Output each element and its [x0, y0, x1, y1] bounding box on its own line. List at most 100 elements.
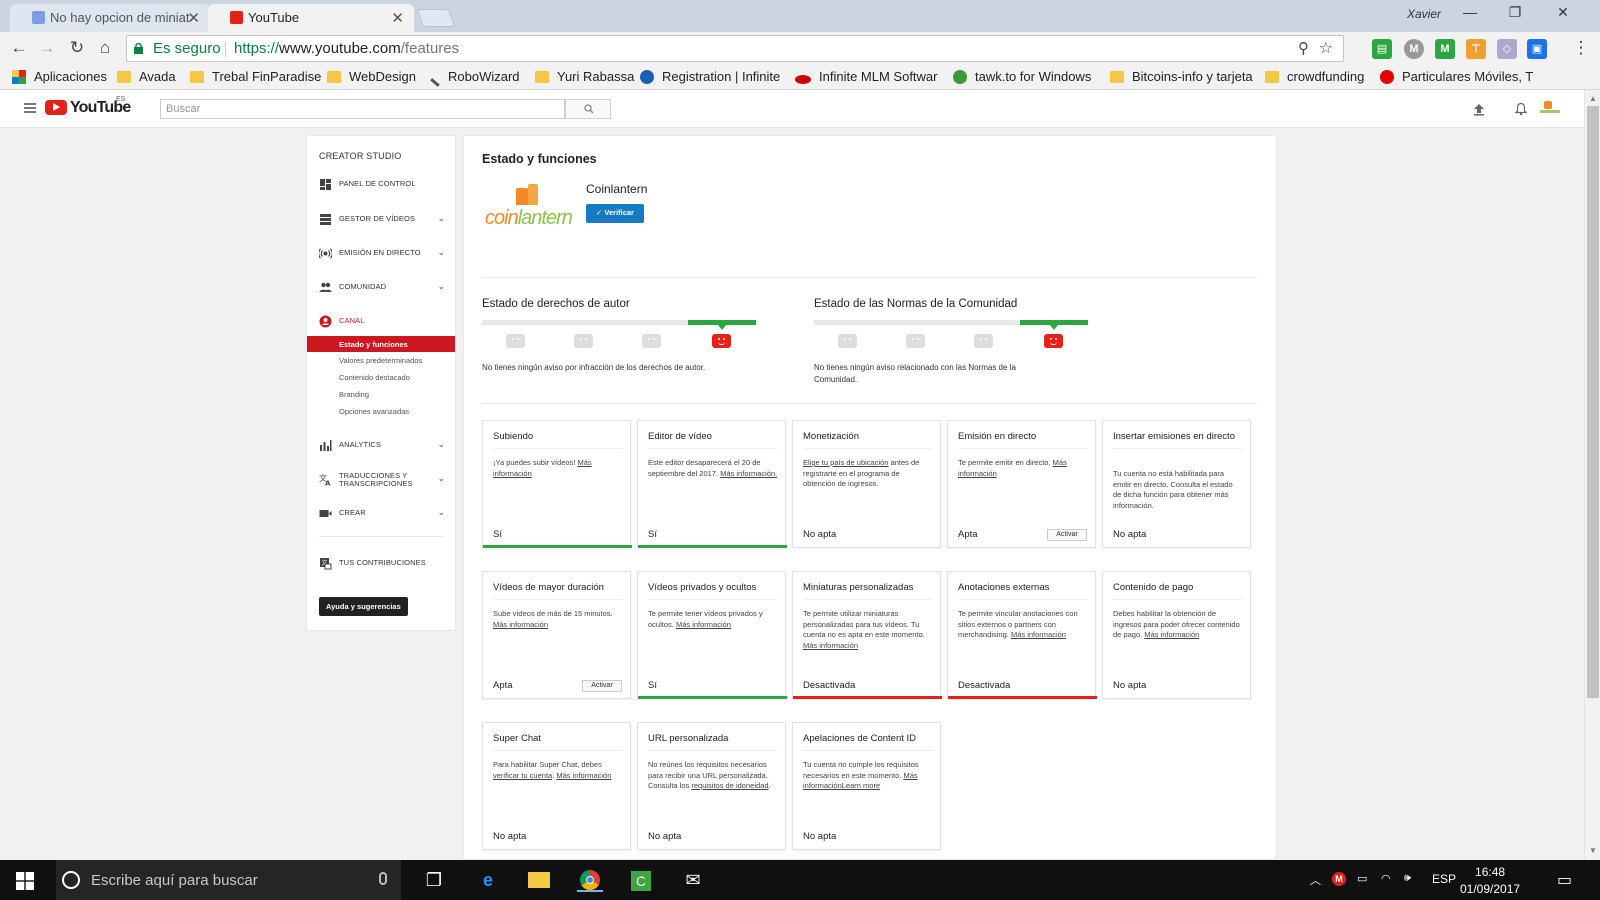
bookmark-item[interactable]: Trebal FinParadise — [190, 69, 321, 84]
minimize-button[interactable]: — — [1450, 4, 1490, 28]
help-feedback-button[interactable]: Ayuda y sugerencias — [319, 597, 408, 616]
close-icon[interactable]: ✕ — [391, 9, 404, 27]
sidebar-subitem-featured[interactable]: Contenido destacado — [307, 369, 455, 385]
sidebar-subitem-branding[interactable]: Branding — [307, 386, 455, 402]
mcafee-icon[interactable]: M — [1332, 872, 1346, 886]
dropbox-icon[interactable]: ◇ — [1497, 39, 1517, 59]
bookmark-item[interactable]: RoboWizard — [430, 69, 520, 87]
search-input[interactable]: Buscar — [160, 99, 565, 119]
extension-icon[interactable]: ▣ — [1527, 39, 1547, 59]
bookmark-item[interactable]: Infinite MLM Softwar — [795, 69, 938, 84]
mail-icon[interactable]: ✉ — [680, 868, 706, 892]
sidebar-item-create[interactable]: CREAR ⌄ — [307, 504, 455, 524]
bookmark-item[interactable]: Bitcoins-info y tarjeta — [1110, 69, 1253, 84]
bookmark-item[interactable]: tawk.to for Windows — [953, 69, 1091, 84]
enable-button[interactable]: Activar — [582, 680, 622, 692]
bookmark-item[interactable]: Yuri Rabassa — [535, 69, 634, 84]
sidebar-item-community[interactable]: COMUNIDAD ⌄ — [307, 278, 455, 298]
extension-icon[interactable]: ▤ — [1372, 39, 1392, 59]
menu-dots-icon[interactable]: ⋮ — [1570, 37, 1592, 59]
star-icon[interactable]: ☆ — [1319, 38, 1333, 58]
bookmark-apps[interactable]: Aplicaciones — [12, 69, 107, 84]
channel-logo[interactable]: coinlantern — [482, 184, 573, 244]
scrollbar-thumb[interactable] — [1587, 106, 1599, 698]
forward-arrow-icon[interactable]: → — [36, 37, 58, 59]
upload-icon[interactable] — [1472, 102, 1486, 116]
sidebar-item-video-manager[interactable]: GESTOR DE VÍDEOS ⌄ — [307, 210, 455, 230]
choose-country-link[interactable]: Elige tu país de ubicación — [803, 458, 888, 467]
bookmark-item[interactable]: Avada — [117, 69, 176, 84]
sidebar-item-translations[interactable]: 文A TRADUCCIONES Y TRANSCRIPCIONES ⌄ — [307, 470, 455, 492]
input-language[interactable]: ESP — [1432, 872, 1456, 886]
sidebar-item-contributions[interactable]: 文 TUS CONTRIBUCIONES — [307, 554, 455, 574]
browser-profile-name[interactable]: Xavier — [1407, 7, 1441, 21]
search-button[interactable] — [565, 99, 611, 119]
scroll-up-icon[interactable]: ▲ — [1589, 94, 1597, 103]
camtasia-icon[interactable]: C — [628, 868, 654, 892]
taskbar-search-box[interactable]: Escribe aquí para buscar — [56, 860, 401, 900]
zoom-icon[interactable]: ⚲ — [1298, 39, 1309, 57]
more-info-link[interactable]: Más información — [493, 620, 548, 629]
extension-icon[interactable]: M — [1404, 39, 1424, 59]
eligibility-link[interactable]: requisitos de idoneidad — [691, 781, 768, 790]
more-info-link[interactable]: Más información — [1011, 630, 1066, 639]
battery-icon[interactable]: ▭ — [1357, 872, 1367, 885]
bookmark-item[interactable]: Particulares Móviles, T — [1380, 69, 1533, 84]
system-clock[interactable]: 16:48 01/09/2017 — [1460, 864, 1520, 898]
more-info-link[interactable]: Más información — [1144, 630, 1199, 639]
sidebar-item-live[interactable]: EMISIÓN EN DIRECTO ⌄ — [307, 244, 455, 264]
file-explorer-icon[interactable] — [526, 868, 552, 892]
hamburger-menu-icon[interactable] — [24, 103, 36, 113]
bookmark-item[interactable]: WebDesign — [327, 69, 416, 84]
enable-button[interactable]: Activar — [1047, 529, 1087, 541]
chevron-down-icon[interactable]: ⌄ — [437, 247, 445, 258]
task-view-icon[interactable]: ❐ — [421, 868, 447, 892]
chevron-down-icon[interactable]: ⌄ — [437, 439, 445, 450]
home-icon[interactable]: ⌂ — [94, 37, 116, 59]
chevron-down-icon[interactable]: ⌄ — [437, 507, 445, 518]
microphone-icon[interactable] — [379, 872, 387, 885]
back-arrow-icon[interactable]: ← — [8, 37, 30, 59]
sidebar-item-analytics[interactable]: ANALYTICS ⌄ — [307, 436, 455, 456]
more-info-link[interactable]: Más información — [676, 620, 731, 629]
wifi-icon[interactable]: ◠ — [1381, 872, 1391, 885]
browser-tab-active[interactable]: YouTube ✕ — [208, 4, 414, 32]
edge-browser-icon[interactable]: e — [475, 868, 501, 892]
chrome-icon[interactable] — [577, 868, 603, 892]
chevron-down-icon[interactable]: ⌄ — [437, 473, 445, 484]
bookmark-item[interactable]: crowdfunding — [1265, 69, 1364, 84]
channel-name[interactable]: Coinlantern — [586, 182, 647, 196]
scroll-down-icon[interactable]: ▼ — [1589, 846, 1597, 855]
chevron-up-icon[interactable]: ︿ — [1310, 872, 1321, 888]
verify-account-link[interactable]: verificar tu cuenta — [493, 771, 552, 780]
sidebar-item-dashboard[interactable]: PANEL DE CONTROL — [307, 175, 455, 195]
verify-button[interactable]: ✓ Verificar — [586, 204, 644, 223]
bell-icon[interactable] — [1514, 102, 1528, 116]
more-info-link[interactable]: Más información — [556, 771, 611, 780]
chevron-down-icon[interactable]: ⌄ — [437, 281, 445, 292]
close-icon[interactable]: ✕ — [187, 9, 200, 27]
more-info-link[interactable]: Más información — [803, 641, 858, 650]
reload-icon[interactable]: ↻ — [66, 37, 88, 59]
chevron-down-icon[interactable]: ⌄ — [437, 213, 445, 224]
sidebar-item-channel[interactable]: CANAL — [307, 312, 455, 332]
bookmark-label: WebDesign — [349, 69, 416, 84]
bookmark-item[interactable]: Registration | Infinite — [640, 69, 780, 84]
action-center-icon[interactable]: ▭ — [1557, 870, 1572, 890]
page-scrollbar[interactable]: ▲ ▼ — [1584, 90, 1600, 860]
restore-button[interactable]: ❐ — [1495, 4, 1535, 28]
browser-tab-inactive[interactable]: No hay opcion de miniat ✕ — [10, 4, 210, 32]
more-info-link[interactable]: Más información. — [720, 469, 777, 478]
new-tab-button[interactable] — [416, 9, 456, 27]
youtube-logo-icon[interactable] — [45, 100, 67, 115]
windows-start-icon[interactable] — [16, 872, 34, 890]
volume-icon[interactable]: 🕪 — [1404, 872, 1411, 885]
sidebar-subitem-status[interactable]: Estado y funciones — [307, 336, 455, 352]
extension-icon[interactable]: ⊤ — [1466, 39, 1486, 59]
close-window-button[interactable]: ✕ — [1543, 4, 1583, 28]
sidebar-subitem-defaults[interactable]: Valores predeterminados — [307, 352, 455, 368]
sidebar-subitem-advanced[interactable]: Opciones avanzadas — [307, 403, 455, 419]
avatar[interactable] — [1540, 99, 1560, 117]
extension-icon[interactable]: M — [1435, 39, 1455, 59]
address-bar[interactable]: Es seguro https://www.youtube.com/featur… — [126, 35, 1344, 62]
